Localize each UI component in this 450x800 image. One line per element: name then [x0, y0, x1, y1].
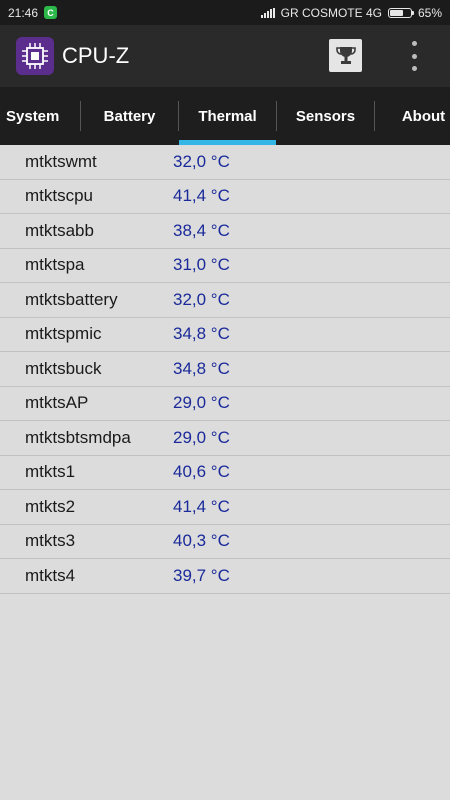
- list-item: mtktsabb 38,4 °C: [0, 214, 450, 249]
- battery-percent: 65%: [417, 5, 442, 20]
- notification-icon: C: [44, 6, 58, 19]
- sensor-name: mtktspa: [25, 255, 85, 275]
- list-item: mtktsbtsmdpa 29,0 °C: [0, 421, 450, 456]
- sensor-name: mtkts4: [25, 565, 76, 585]
- sensor-name: mtktsabb: [25, 220, 94, 240]
- status-bar: 21:46 C GR COSMOTE 4G 65%: [0, 0, 450, 25]
- tab-bar: System Battery Thermal Sensors About: [0, 87, 450, 145]
- sensor-name: mtkts2: [25, 496, 76, 516]
- list-item: mtkts4 39,7 °C: [0, 559, 450, 594]
- sensor-value: 29,0 °C: [173, 393, 230, 413]
- cpu-chip-icon: [16, 37, 54, 75]
- tab-about[interactable]: About: [375, 87, 450, 145]
- tab-sensors[interactable]: Sensors: [277, 87, 374, 145]
- status-right: GR COSMOTE 4G 65%: [260, 5, 442, 20]
- sensor-value: 41,4 °C: [173, 186, 230, 206]
- sensor-value: 32,0 °C: [173, 151, 230, 171]
- list-item: mtktsbattery 32,0 °C: [0, 283, 450, 318]
- battery-level-fill: [389, 9, 403, 16]
- battery-icon: [387, 7, 414, 18]
- sensor-value: 40,6 °C: [173, 462, 230, 482]
- status-left: 21:46 C: [8, 5, 58, 20]
- tab-system[interactable]: System: [0, 87, 80, 145]
- sensor-value: 34,8 °C: [173, 324, 230, 344]
- sensor-name: mtktswmt: [25, 151, 97, 171]
- list-item: mtkts1 40,6 °C: [0, 456, 450, 490]
- signal-icon: [260, 7, 275, 18]
- list-item: mtktspa 31,0 °C: [0, 249, 450, 283]
- list-item: mtkts2 41,4 °C: [0, 490, 450, 525]
- tab-label: System: [6, 107, 60, 125]
- tab-thermal[interactable]: Thermal: [179, 87, 276, 145]
- tab-label: Thermal: [198, 107, 257, 125]
- app-title: CPU-Z: [62, 43, 130, 68]
- sensor-value: 41,4 °C: [173, 496, 230, 516]
- sensor-value: 38,4 °C: [173, 220, 230, 240]
- overflow-menu-icon[interactable]: [402, 41, 426, 71]
- list-item: mtktscpu 41,4 °C: [0, 180, 450, 214]
- sensor-value: 29,0 °C: [173, 427, 230, 447]
- sensor-name: mtkts1: [25, 462, 76, 482]
- sensor-value: 32,0 °C: [173, 289, 230, 309]
- list-item: mtkts3 40,3 °C: [0, 525, 450, 559]
- sensor-value: 40,3 °C: [173, 531, 230, 551]
- trophy-button[interactable]: [329, 39, 362, 72]
- tab-label: Sensors: [295, 107, 356, 125]
- sensor-value: 34,8 °C: [173, 358, 230, 378]
- app-bar: CPU-Z: [0, 25, 450, 87]
- carrier-label: GR COSMOTE 4G: [280, 5, 382, 20]
- list-item: mtktspmic 34,8 °C: [0, 318, 450, 352]
- list-item: mtktsAP 29,0 °C: [0, 387, 450, 421]
- tab-label: About: [401, 107, 446, 125]
- sensor-name: mtktsbtsmdpa: [25, 427, 131, 447]
- sensor-value: 39,7 °C: [173, 565, 230, 585]
- tab-label: Battery: [103, 107, 156, 125]
- trophy-icon: [335, 46, 356, 64]
- tab-battery[interactable]: Battery: [81, 87, 178, 145]
- list-item: mtktsbuck 34,8 °C: [0, 352, 450, 387]
- sensor-name: mtktspmic: [25, 324, 102, 344]
- sensor-name: mtkts3: [25, 531, 76, 551]
- sensor-name: mtktsAP: [25, 393, 89, 413]
- thermal-list: mtktswmt 32,0 °C mtktscpu 41,4 °C mtktsabb…: [0, 145, 450, 594]
- sensor-name: mtktscpu: [25, 186, 94, 206]
- sensor-value: 31,0 °C: [173, 255, 230, 275]
- sensor-name: mtktsbattery: [25, 289, 118, 309]
- list-item: mtktswmt 32,0 °C: [0, 145, 450, 180]
- status-time: 21:46: [8, 5, 39, 20]
- sensor-name: mtktsbuck: [25, 358, 102, 378]
